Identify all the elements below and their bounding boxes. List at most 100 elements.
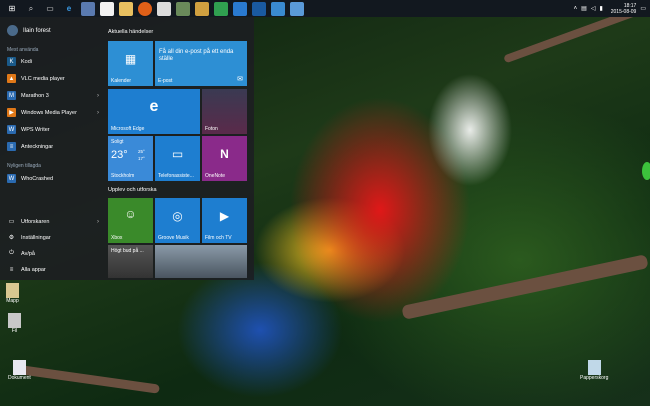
tile-phone[interactable]: ▭ Telefonassiste... xyxy=(155,136,200,181)
weather-low: 17° xyxy=(138,156,145,161)
tile-news[interactable]: Högt bud på ... xyxy=(108,245,153,278)
app-icon[interactable] xyxy=(290,1,304,16)
app-icon[interactable] xyxy=(252,1,266,16)
edge-icon: e xyxy=(149,98,159,115)
app-label: Av/på xyxy=(21,250,35,257)
tile-label: Stockholm xyxy=(111,173,135,179)
tile-groove[interactable]: ◎ Groove Musik xyxy=(155,198,200,243)
taskbar: ⊞ ⌕ ▭ e ˄ ▤ ◁ ▮ 18:17 2015-08-09 ▭ xyxy=(0,0,650,17)
battery-icon[interactable]: ▮ xyxy=(599,5,602,12)
whocrashed-icon: W xyxy=(7,174,16,183)
clock-date: 2015-08-09 xyxy=(610,8,637,15)
app-item-whocrashed[interactable]: W WhoCrashed xyxy=(7,174,99,183)
app-label: Utforskaren xyxy=(21,218,50,225)
mail-icon: ✉ xyxy=(237,76,243,83)
app-icon[interactable] xyxy=(195,1,209,16)
start-power[interactable]: ⏻ Av/på xyxy=(7,249,99,258)
mail-tile-text: Få all din e-post på ett enda ställe xyxy=(159,49,234,62)
user-account[interactable]: Ilain forest xyxy=(7,25,51,36)
folder-icon xyxy=(6,283,19,298)
notepad-icon: ≡ xyxy=(7,142,16,151)
app-label: Alla appar xyxy=(21,266,46,273)
tile-label: E-post xyxy=(158,78,173,84)
start-tiles: Aktuella händelser ▦ Kalender Få all din… xyxy=(108,17,254,280)
tile-mail[interactable]: Få all din e-post på ett enda ställe E-p… xyxy=(155,41,247,86)
media-player-icon: ▶ xyxy=(7,108,16,117)
app-label: Marathon 3 xyxy=(21,92,49,99)
tile-label: Microsoft Edge xyxy=(111,126,145,132)
avatar xyxy=(7,25,18,36)
chevron-right-icon[interactable]: › xyxy=(97,219,99,225)
film-icon: ▶ xyxy=(219,209,230,223)
app-label: Windows Media Player xyxy=(21,109,77,116)
tile-film[interactable]: ▶ Film och TV xyxy=(202,198,247,243)
explorer-icon[interactable] xyxy=(119,1,133,16)
vlc-icon: ▲ xyxy=(7,74,16,83)
marathon-icon: M xyxy=(7,91,16,100)
group-title-events: Aktuella händelser xyxy=(108,29,154,35)
app-item-wps[interactable]: W WPS Writer xyxy=(7,125,99,134)
task-view-icon[interactable]: ▭ xyxy=(43,2,57,16)
desktop-icon[interactable]: Dokument xyxy=(8,360,31,381)
calendar-icon: ▦ xyxy=(124,52,137,66)
tile-calendar[interactable]: ▦ Kalender xyxy=(108,41,153,86)
onenote-icon: N xyxy=(220,147,229,161)
user-name: Ilain forest xyxy=(23,27,51,34)
system-tray: ˄ ▤ ◁ ▮ 18:17 2015-08-09 ▭ xyxy=(574,0,646,17)
desktop-icon[interactable]: Mapp xyxy=(6,283,19,304)
app-item-wmp[interactable]: ▶ Windows Media Player › xyxy=(7,108,99,117)
tile-label: Telefonassiste... xyxy=(158,173,194,179)
edge-icon[interactable]: e xyxy=(62,2,76,16)
tile-photos[interactable]: Foton xyxy=(202,89,247,134)
tile-xbox[interactable]: ☺ Xbox xyxy=(108,198,153,243)
app-item-marathon[interactable]: M Marathon 3 › xyxy=(7,91,99,100)
app-icon[interactable] xyxy=(157,1,171,16)
firefox-icon[interactable] xyxy=(138,1,152,16)
app-item-vlc[interactable]: ▲ VLC media player xyxy=(7,74,99,83)
photos-icon[interactable] xyxy=(81,1,95,16)
desktop-icon-label: Mapp xyxy=(6,298,19,304)
tile-label: Film och TV xyxy=(205,235,232,241)
start-settings[interactable]: ⚙ Inställningar xyxy=(7,233,99,242)
tile-label: Groove Musik xyxy=(158,235,189,241)
desktop-icon-label: Dokument xyxy=(8,375,31,381)
section-most-used: Mest använda xyxy=(7,47,39,53)
tile-photo-wide[interactable] xyxy=(155,245,247,278)
app-icon[interactable] xyxy=(233,1,247,16)
app-icon[interactable] xyxy=(214,1,228,16)
notification-icon[interactable]: ▭ xyxy=(640,5,646,12)
wps-writer-icon: W xyxy=(7,125,16,134)
app-icon[interactable] xyxy=(176,1,190,16)
volume-icon[interactable]: ◁ xyxy=(591,5,596,12)
green-edge-icon[interactable] xyxy=(642,162,650,180)
app-label: Kodi xyxy=(21,58,33,65)
desktop-icon[interactable]: Fil xyxy=(8,313,21,334)
chevron-right-icon[interactable]: › xyxy=(97,110,99,116)
app-label: WhoCrashed xyxy=(21,175,54,182)
phone-companion-icon: ▭ xyxy=(171,147,184,161)
app-icon[interactable] xyxy=(271,1,285,16)
search-icon[interactable]: ⌕ xyxy=(24,2,38,16)
start-left-column: Ilain forest Mest använda K Kodi ▲ VLC m… xyxy=(0,17,104,280)
desktop-icon-label: Papperskorg xyxy=(580,375,609,381)
weather-high: 25° xyxy=(138,149,145,154)
desktop-icon-label: Fil xyxy=(11,328,18,334)
tile-label: OneNote xyxy=(205,173,226,179)
app-item-kodi[interactable]: K Kodi xyxy=(7,57,99,66)
network-icon[interactable]: ▤ xyxy=(581,5,587,12)
tile-edge[interactable]: e Microsoft Edge xyxy=(108,89,200,134)
windows-logo-icon[interactable]: ⊞ xyxy=(5,2,19,16)
start-explorer[interactable]: ▭ Utforskaren › xyxy=(7,217,99,226)
app-item-notepad[interactable]: ≡ Anteckningar xyxy=(7,142,99,151)
power-icon: ⏻ xyxy=(9,250,14,256)
tile-onenote[interactable]: N OneNote xyxy=(202,136,247,181)
chevron-right-icon[interactable]: › xyxy=(97,93,99,99)
clock[interactable]: 18:17 2015-08-09 xyxy=(611,3,637,15)
desktop-icon[interactable]: Papperskorg xyxy=(580,360,608,381)
tile-label: Foton xyxy=(205,126,218,132)
chevron-up-icon[interactable]: ˄ xyxy=(574,6,578,12)
store-icon[interactable] xyxy=(100,1,114,16)
tile-weather[interactable]: Soligt 23° 25° 17° Stockholm xyxy=(108,136,153,181)
groove-music-icon: ◎ xyxy=(172,209,183,223)
start-all-apps[interactable]: ≡ Alla appar xyxy=(7,265,99,274)
